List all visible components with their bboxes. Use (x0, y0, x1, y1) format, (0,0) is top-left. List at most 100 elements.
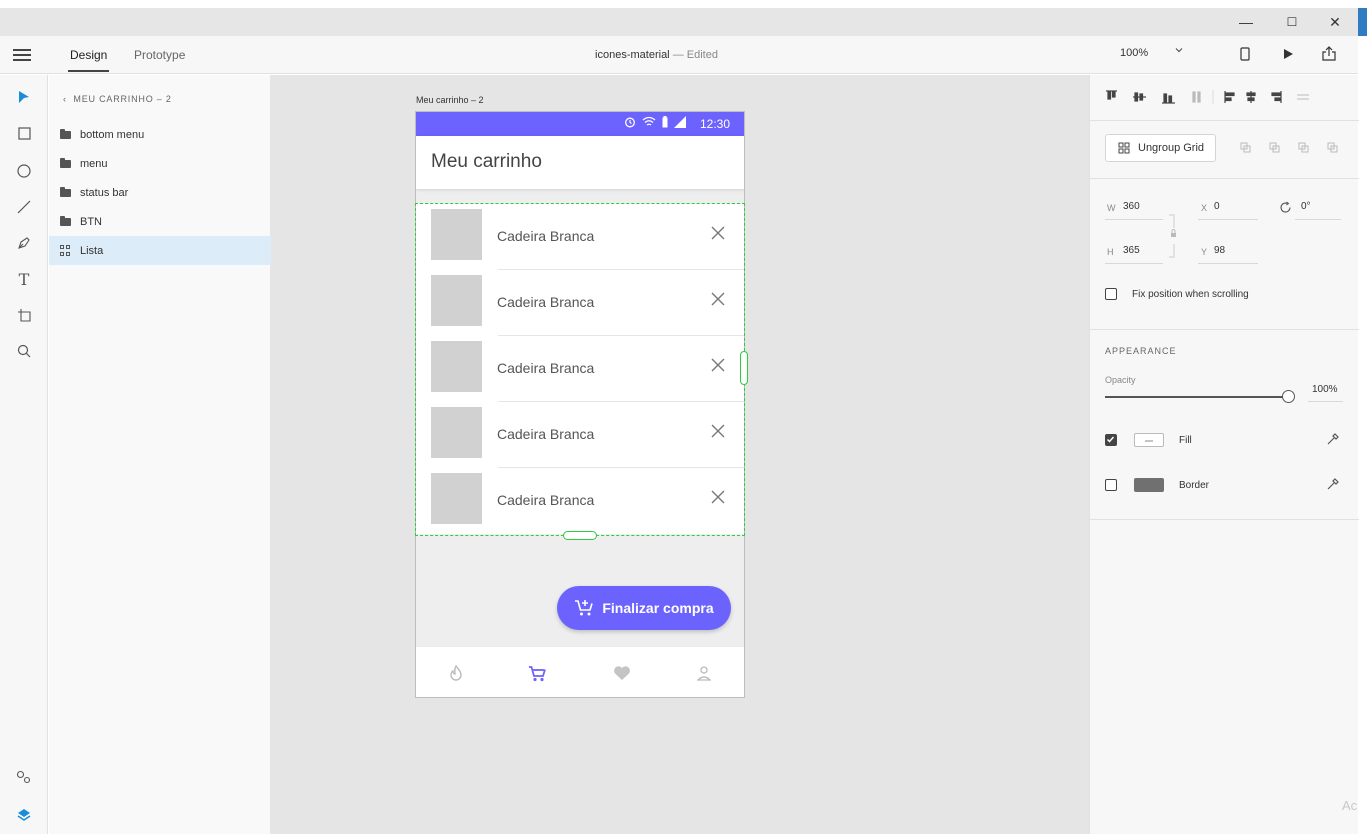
x-label: X (1201, 203, 1208, 213)
close-window-button[interactable]: ✕ (1312, 8, 1358, 36)
lock-aspect-icon[interactable] (1168, 214, 1182, 258)
layer-label: BTN (80, 215, 102, 228)
share-icon[interactable] (1320, 45, 1338, 63)
layer-bottom-menu[interactable]: bottom menu (49, 120, 271, 149)
list-item[interactable]: Cadeira Branca (416, 270, 744, 336)
remove-icon[interactable] (710, 423, 726, 439)
signal-icon (674, 116, 686, 128)
rectangle-icon[interactable] (14, 123, 34, 143)
y-input[interactable]: 98 (1214, 245, 1225, 256)
list-item-label: Cadeira Branca (497, 228, 595, 244)
status-icons (624, 116, 686, 128)
folder-icon (60, 215, 71, 226)
remove-icon[interactable] (710, 489, 726, 505)
list-item-label: Cadeira Branca (497, 294, 595, 310)
y-label: Y (1201, 247, 1208, 257)
document-name: icones-material (595, 49, 670, 61)
pen-icon[interactable] (14, 233, 34, 253)
mock-bottom-nav (416, 646, 744, 697)
title-bar (0, 8, 1358, 36)
layer-label: menu (80, 157, 108, 170)
layer-btn[interactable]: BTN (49, 207, 271, 236)
heart-icon[interactable] (612, 663, 632, 683)
artboard-icon[interactable] (14, 305, 34, 325)
person-icon[interactable] (694, 663, 714, 683)
layers-back-label: MEU CARRINHO – 2 (73, 94, 172, 104)
appearance-section (1090, 330, 1359, 520)
artboard-label[interactable]: Meu carrinho – 2 (416, 95, 484, 105)
repeat-grid-icon (60, 245, 71, 256)
assets-icon[interactable] (14, 767, 34, 787)
remove-icon[interactable] (710, 225, 726, 241)
maximize-button[interactable]: ☐ (1269, 8, 1315, 36)
document-title: icones-material — Edited (0, 49, 1313, 61)
layer-menu[interactable]: menu (49, 149, 271, 178)
chevron-down-icon[interactable] (1174, 45, 1184, 58)
zoom-level[interactable]: 100% (1120, 47, 1148, 59)
ungroup-grid-button[interactable]: Ungroup Grid (1105, 134, 1216, 162)
remove-icon[interactable] (710, 357, 726, 373)
width-underline (1105, 219, 1163, 220)
menu-bar: Design Prototype icones-material — Edite… (0, 36, 1358, 74)
layer-label: Lista (80, 244, 104, 257)
resize-handle-bottom[interactable] (563, 531, 597, 540)
list-item-label: Cadeira Branca (497, 492, 595, 508)
text-icon[interactable]: T (14, 269, 34, 289)
mock-status-bar: 12:30 (416, 112, 744, 136)
width-input[interactable]: 360 (1123, 201, 1140, 212)
list-item[interactable]: Cadeira Branca (416, 468, 744, 534)
minimize-icon: — (1239, 14, 1253, 30)
select-icon[interactable] (14, 87, 34, 107)
remove-icon[interactable] (710, 291, 726, 307)
artboard[interactable]: 12:30 Meu carrinho Cadeira Branca Cadeir… (415, 111, 745, 698)
layers-icon[interactable] (14, 805, 34, 825)
x-input[interactable]: 0 (1214, 201, 1220, 212)
layers-back-button[interactable]: ‹ MEU CARRINHO – 2 (63, 94, 172, 104)
fix-position-checkbox[interactable] (1105, 288, 1117, 300)
ellipse-icon[interactable] (14, 161, 34, 181)
x-underline (1198, 219, 1258, 220)
layer-label: bottom menu (80, 128, 145, 141)
height-underline (1105, 263, 1163, 264)
ungroup-label: Ungroup Grid (1138, 142, 1205, 154)
device-preview-icon[interactable] (1236, 45, 1254, 63)
document-status: — Edited (672, 49, 718, 61)
resize-handle-right[interactable] (740, 351, 748, 385)
list-item[interactable]: Cadeira Branca (416, 204, 744, 270)
align-icons[interactable] (1105, 89, 1335, 105)
close-icon: ✕ (1329, 13, 1341, 30)
line-icon[interactable] (14, 197, 34, 217)
app-bar-title: Meu carrinho (431, 151, 542, 172)
rotation-input[interactable]: 0° (1301, 201, 1311, 212)
fire-icon[interactable] (446, 663, 466, 683)
y-underline (1198, 263, 1258, 264)
boolean-ops-icons[interactable] (1240, 142, 1344, 154)
properties-panel: Ungroup Grid W 360 X 0 0° H 365 Y 98 Fix… (1089, 75, 1359, 834)
tool-rail: T (0, 75, 48, 834)
product-thumbnail (431, 341, 482, 392)
play-icon[interactable] (1279, 45, 1297, 63)
grid-icon (1118, 142, 1130, 154)
product-thumbnail (431, 275, 482, 326)
checkout-button[interactable]: Finalizar compra (557, 586, 731, 630)
height-label: H (1107, 247, 1114, 257)
zoom-icon[interactable] (14, 341, 34, 361)
layers-panel: ‹ MEU CARRINHO – 2 bottom menu menu stat… (49, 75, 271, 834)
layer-lista[interactable]: Lista (49, 236, 271, 265)
height-input[interactable]: 365 (1123, 245, 1140, 256)
window-top-edge (0, 0, 1367, 8)
rotation-underline (1295, 219, 1341, 220)
folder-icon (60, 128, 71, 139)
battery-icon (662, 116, 668, 128)
checkout-button-label: Finalizar compra (602, 600, 714, 616)
minimize-button[interactable]: — (1223, 8, 1269, 36)
list-item[interactable]: Cadeira Branca (416, 336, 744, 402)
list-item-label: Cadeira Branca (497, 360, 595, 376)
folder-icon (60, 157, 71, 168)
layer-status-bar[interactable]: status bar (49, 178, 271, 207)
width-label: W (1107, 203, 1116, 213)
cart-icon[interactable] (527, 663, 547, 683)
list-item[interactable]: Cadeira Branca (416, 402, 744, 468)
product-thumbnail (431, 473, 482, 524)
folder-icon (60, 186, 71, 197)
